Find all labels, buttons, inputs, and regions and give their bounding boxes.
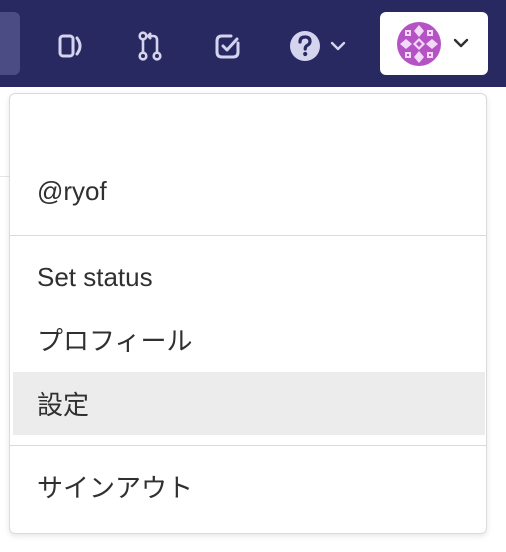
avatar bbox=[397, 22, 441, 66]
username-label: @ryof bbox=[37, 175, 107, 206]
help-icon bbox=[290, 31, 320, 61]
preferences-item[interactable]: 設定 bbox=[13, 372, 485, 435]
chevron-down-icon bbox=[453, 38, 469, 48]
chevron-down-icon bbox=[330, 41, 346, 51]
todos-icon[interactable] bbox=[208, 26, 248, 66]
menu-divider bbox=[10, 445, 486, 446]
set-status-item[interactable]: Set status bbox=[10, 247, 486, 307]
user-dropdown-menu: @ryof Set status プロフィール 設定 サインアウト bbox=[9, 93, 487, 534]
user-menu-button[interactable] bbox=[380, 12, 488, 75]
issues-icon[interactable] bbox=[51, 26, 91, 66]
search-box[interactable] bbox=[0, 12, 20, 75]
profile-item[interactable]: プロフィール bbox=[10, 309, 486, 369]
top-navbar bbox=[0, 0, 506, 87]
merge-requests-icon[interactable] bbox=[130, 26, 170, 66]
help-menu-button[interactable] bbox=[288, 26, 358, 66]
sign-out-item[interactable]: サインアウト bbox=[10, 456, 486, 516]
menu-divider bbox=[10, 235, 486, 236]
